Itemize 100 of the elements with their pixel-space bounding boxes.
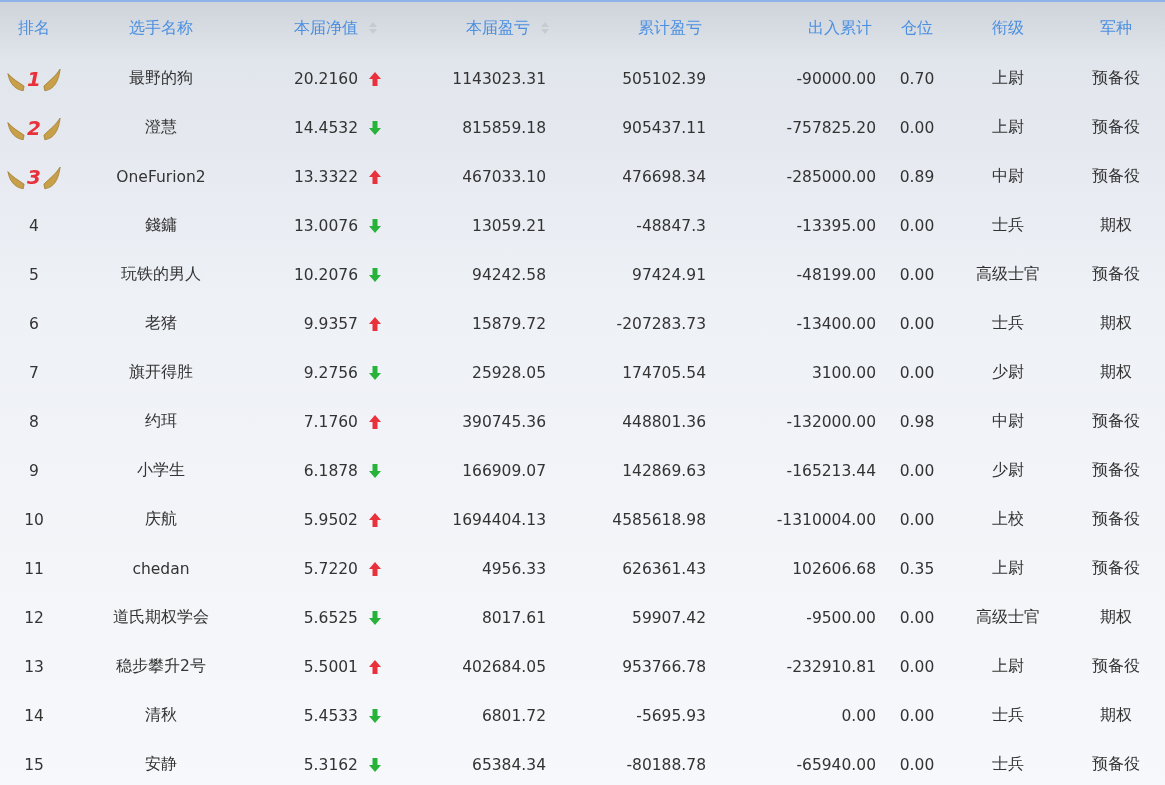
table-cell: 6801.72 — [481, 706, 546, 725]
table-cell: 上尉 — [992, 558, 1024, 579]
table-cell: 4956.33 — [481, 559, 546, 578]
rank-number: 13 — [24, 657, 44, 676]
column-header[interactable]: 本届净值 — [294, 17, 358, 39]
table-cell: 0.00 — [899, 265, 935, 284]
table-cell: 0.00 — [899, 363, 935, 382]
table-cell: -48847.3 — [636, 216, 706, 235]
player-name: 澄慧 — [145, 117, 177, 138]
table-cell: 815859.18 — [462, 118, 546, 137]
table-cell: 0.00 — [899, 216, 935, 235]
table-cell: -13395.00 — [796, 216, 876, 235]
player-name: 玩铁的男人 — [121, 264, 201, 285]
table-cell: 0.00 — [841, 706, 876, 725]
table-cell: 0.35 — [899, 559, 935, 578]
table-cell: 953766.78 — [622, 657, 706, 676]
rank-number: 14 — [24, 706, 44, 725]
table-cell: 65384.34 — [472, 755, 546, 774]
player-name: 约珥 — [145, 411, 177, 432]
table-cell: 上校 — [992, 509, 1024, 530]
rank-number: 5 — [29, 265, 39, 284]
table-cell: 9.2756 — [303, 363, 358, 382]
table-cell: 5.9502 — [303, 510, 358, 529]
rank-number: 3 — [27, 164, 41, 189]
table-cell: 5.3162 — [303, 755, 358, 774]
rank-number: 12 — [24, 608, 44, 627]
table-cell: 15879.72 — [472, 314, 546, 333]
table-cell: 上尉 — [992, 68, 1024, 89]
column-header: 排名 — [18, 17, 50, 39]
table-cell: 7.1760 — [303, 412, 358, 431]
column-header[interactable]: 本届盈亏 — [466, 17, 530, 39]
table-cell: 预备役 — [1091, 558, 1140, 579]
table-cell: 0.00 — [899, 657, 935, 676]
table-cell: 142869.63 — [622, 461, 706, 480]
table-cell: 0.00 — [899, 755, 935, 774]
rank-number: 4 — [29, 216, 39, 235]
table-cell: 20.2160 — [293, 69, 358, 88]
player-name: 老猪 — [145, 313, 177, 334]
table-cell: 3100.00 — [811, 363, 876, 382]
player-name: 清秋 — [145, 705, 177, 726]
table-cell: -757825.20 — [786, 118, 876, 137]
table-cell: 预备役 — [1091, 68, 1140, 89]
table-cell: 0.89 — [899, 167, 935, 186]
table-cell: 505102.39 — [622, 69, 706, 88]
table-cell: -285000.00 — [786, 167, 876, 186]
table-cell: -13400.00 — [796, 314, 876, 333]
table-cell: 预备役 — [1091, 117, 1140, 138]
table-cell: 预备役 — [1091, 264, 1140, 285]
table-cell: 13.3322 — [293, 167, 358, 186]
column-header: 累计盈亏 — [638, 17, 702, 39]
rank-number: 6 — [29, 314, 39, 333]
table-cell: 预备役 — [1091, 509, 1140, 530]
table-cell: 25928.05 — [472, 363, 546, 382]
rank-number: 7 — [29, 363, 39, 382]
table-cell: 期权 — [1099, 313, 1132, 334]
table-cell: 9.9357 — [303, 314, 358, 333]
table-cell: 预备役 — [1091, 460, 1140, 481]
player-name: 最野的狗 — [129, 68, 193, 89]
table-cell: -5695.93 — [636, 706, 706, 725]
table-cell: -165213.44 — [786, 461, 876, 480]
player-name: 旗开得胜 — [129, 362, 193, 383]
table-cell: -207283.73 — [616, 314, 706, 333]
rank-number: 9 — [29, 461, 39, 480]
table-cell: -232910.81 — [786, 657, 876, 676]
table-cell: 10.2076 — [293, 265, 358, 284]
table-cell: 59907.42 — [632, 608, 706, 627]
rank-number: 15 — [24, 755, 44, 774]
table-cell: -1310004.00 — [776, 510, 876, 529]
table-cell: 预备役 — [1091, 656, 1140, 677]
table-cell: 5.4533 — [303, 706, 358, 725]
table-cell: 0.70 — [899, 69, 935, 88]
table-cell: 14.4532 — [293, 118, 358, 137]
table-cell: 5.7220 — [303, 559, 358, 578]
column-header: 选手名称 — [129, 17, 193, 39]
table-cell: 166909.07 — [462, 461, 546, 480]
table-cell: 1694404.13 — [452, 510, 546, 529]
table-cell: 626361.43 — [622, 559, 706, 578]
table-cell: 0.00 — [899, 510, 935, 529]
table-cell: 102606.68 — [792, 559, 876, 578]
table-cell: 0.00 — [899, 706, 935, 725]
table-cell: -65940.00 — [796, 755, 876, 774]
player-name: 庆航 — [145, 509, 177, 530]
player-name: 道氏期权学会 — [113, 607, 209, 628]
table-cell: -48199.00 — [796, 265, 876, 284]
table-cell: 士兵 — [992, 754, 1024, 775]
table-cell: 高级士官 — [976, 264, 1040, 285]
table-cell: 4585618.98 — [612, 510, 706, 529]
table-cell: 97424.91 — [632, 265, 706, 284]
table-cell: 少尉 — [992, 460, 1024, 481]
column-header: 仓位 — [901, 17, 933, 39]
table-cell: 6.1878 — [303, 461, 358, 480]
table-cell: 0.00 — [899, 461, 935, 480]
table-cell: 少尉 — [992, 362, 1024, 383]
table-cell: -132000.00 — [786, 412, 876, 431]
table-cell: 中尉 — [992, 166, 1024, 187]
table-cell: 期权 — [1099, 607, 1132, 628]
table-cell: 预备役 — [1091, 754, 1140, 775]
table-cell: 上尉 — [992, 656, 1024, 677]
table-cell: 94242.58 — [472, 265, 546, 284]
table-cell: 5.6525 — [303, 608, 358, 627]
